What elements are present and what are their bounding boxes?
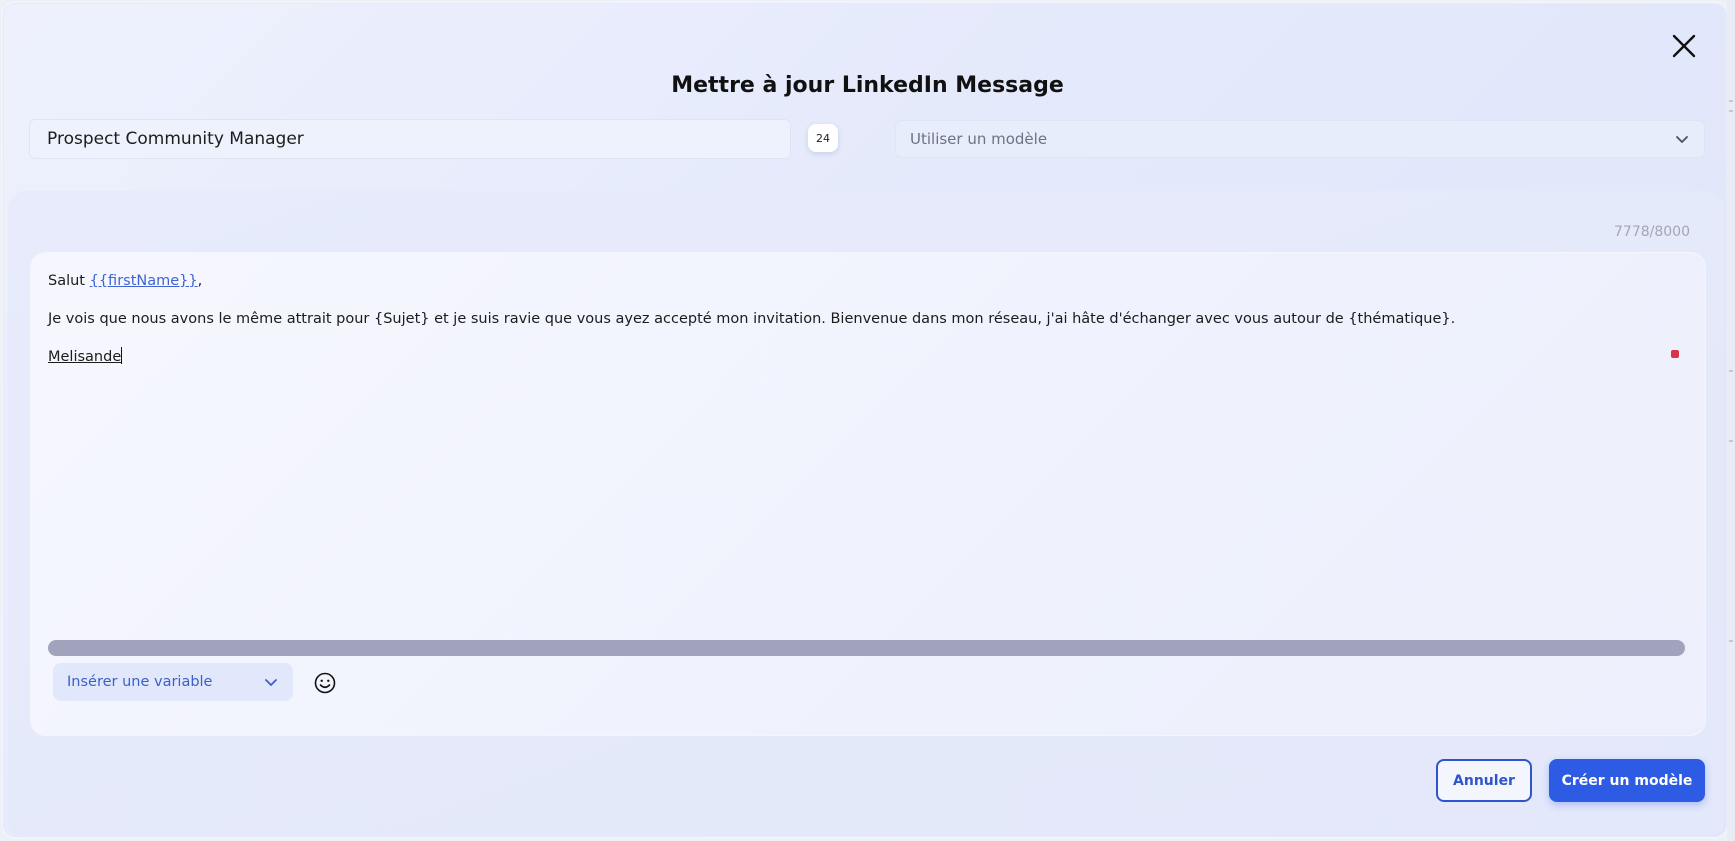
firstname-variable[interactable]: {{firstName}} xyxy=(90,273,198,289)
signature-line: Melisande xyxy=(48,346,1648,368)
char-counter: 7778/8000 xyxy=(1614,224,1690,240)
signature: Melisande xyxy=(48,349,122,365)
message-editor-content[interactable]: Salut {{firstName}}, Je vois que nous av… xyxy=(48,270,1648,384)
message-name-input[interactable] xyxy=(29,119,791,159)
close-icon[interactable] xyxy=(1668,30,1700,62)
chevron-down-icon xyxy=(265,679,277,686)
insert-variable-select[interactable]: Insérer une variable xyxy=(53,663,293,701)
greeting-suffix: , xyxy=(197,273,203,289)
greeting-prefix: Salut xyxy=(48,273,90,289)
name-length-badge: 24 xyxy=(808,124,838,152)
message-body: Je vois que nous avons le même attrait p… xyxy=(48,311,1456,327)
smiley-icon[interactable] xyxy=(313,671,337,695)
greeting-line: Salut {{firstName}}, xyxy=(48,270,1648,292)
horizontal-scrollbar[interactable] xyxy=(48,640,1685,656)
cancel-button[interactable]: Annuler xyxy=(1436,759,1532,802)
template-select-placeholder: Utiliser un modèle xyxy=(910,130,1048,148)
text-caret xyxy=(121,347,123,364)
template-select[interactable]: Utiliser un modèle xyxy=(895,120,1705,158)
background-page-edge xyxy=(1727,0,1735,841)
status-indicator xyxy=(1671,350,1679,358)
insert-variable-label: Insérer une variable xyxy=(67,674,213,690)
chevron-down-icon xyxy=(1676,136,1688,143)
modal-title: Mettre à jour LinkedIn Message xyxy=(671,73,1064,98)
create-template-button[interactable]: Créer un modèle xyxy=(1549,759,1705,802)
